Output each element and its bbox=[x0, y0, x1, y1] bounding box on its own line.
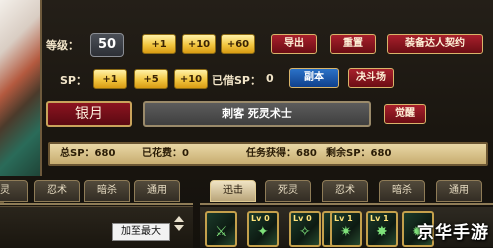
character-portrait bbox=[0, 0, 42, 176]
tab-left-ninjutsu[interactable]: 忍术 bbox=[34, 180, 80, 202]
spinner-up-icon[interactable] bbox=[174, 216, 184, 222]
max-spinner[interactable] bbox=[173, 213, 185, 241]
level-value: 50 bbox=[90, 33, 124, 57]
skill-slot[interactable]: Lv 0 ✦ bbox=[247, 211, 279, 247]
tab-necromancer[interactable]: 死灵 bbox=[265, 180, 311, 202]
skill-level: Lv 0 bbox=[293, 214, 312, 223]
tab-assassination[interactable]: 暗杀 bbox=[379, 180, 425, 202]
skill-slot[interactable]: Lv 1 ✷ bbox=[330, 211, 362, 247]
sp-plus-1-button[interactable]: +1 bbox=[93, 69, 127, 89]
borrowed-sp-label: 已借SP： bbox=[212, 74, 261, 87]
sp-plus-10-button[interactable]: +10 bbox=[174, 69, 208, 89]
tab-left-assassination[interactable]: 暗杀 bbox=[84, 180, 130, 202]
skill-slot[interactable]: Lv 1 ✸ bbox=[366, 211, 398, 247]
right-tab-divider bbox=[200, 203, 493, 205]
tab-swift-strike[interactable]: 迅击 bbox=[210, 180, 256, 202]
tab-left-spirit[interactable]: 灵 bbox=[0, 180, 28, 202]
level-plus-1-button[interactable]: +1 bbox=[142, 34, 176, 54]
remaining-sp: 剩余SP：680 bbox=[326, 148, 392, 159]
character-name: 银月 bbox=[46, 101, 132, 127]
tab-left-common[interactable]: 通用 bbox=[134, 180, 180, 202]
sp-plus-5-button[interactable]: +5 bbox=[134, 69, 168, 89]
sp-label: SP： bbox=[60, 74, 87, 87]
skill-icon: ✦ bbox=[257, 224, 269, 240]
level-plus-60-button[interactable]: +60 bbox=[221, 34, 255, 54]
skill-icon: ✷ bbox=[340, 224, 352, 240]
skill-icon: ✸ bbox=[376, 224, 388, 240]
tab-common[interactable]: 通用 bbox=[436, 180, 482, 202]
dungeon-mode-button[interactable]: 副本 bbox=[289, 68, 339, 88]
sword-skill-icon: ⚔ bbox=[215, 224, 228, 240]
level-label: 等级： bbox=[46, 39, 79, 52]
borrowed-sp-value: 0 bbox=[266, 72, 274, 85]
level-plus-10-button[interactable]: +10 bbox=[182, 34, 216, 54]
skill-level: Lv 0 bbox=[251, 214, 270, 223]
skill-level: Lv 1 bbox=[334, 214, 353, 223]
skill-slot[interactable]: ⚔ bbox=[205, 211, 237, 247]
tab-ninjutsu[interactable]: 忍术 bbox=[322, 180, 368, 202]
left-tab-divider bbox=[0, 203, 193, 205]
skill-level: Lv 1 bbox=[370, 214, 389, 223]
total-sp: 总SP：680 bbox=[60, 148, 116, 159]
arena-mode-button[interactable]: 决斗场 bbox=[348, 68, 394, 88]
equipment-contract-button[interactable]: 装备达人契约 bbox=[387, 34, 483, 54]
spinner-down-icon[interactable] bbox=[174, 225, 184, 231]
skill-slot[interactable]: Lv 0 ✧ bbox=[289, 211, 321, 247]
add-to-max-select[interactable]: 加至最大 bbox=[112, 223, 170, 241]
spent-sp: 已花费：0 bbox=[142, 148, 189, 159]
site-watermark: 京华手游 bbox=[417, 223, 489, 243]
reset-button[interactable]: 重置 bbox=[330, 34, 376, 54]
skill-icon: ✧ bbox=[299, 224, 311, 240]
character-class: 刺客 死灵术士 bbox=[143, 101, 371, 127]
sp-summary-bar: 总SP：680 已花费：0 任务获得：680 剩余SP：680 bbox=[48, 142, 488, 166]
quest-sp: 任务获得：680 bbox=[246, 148, 317, 159]
export-button[interactable]: 导出 bbox=[271, 34, 317, 54]
awaken-button[interactable]: 觉醒 bbox=[384, 104, 426, 124]
